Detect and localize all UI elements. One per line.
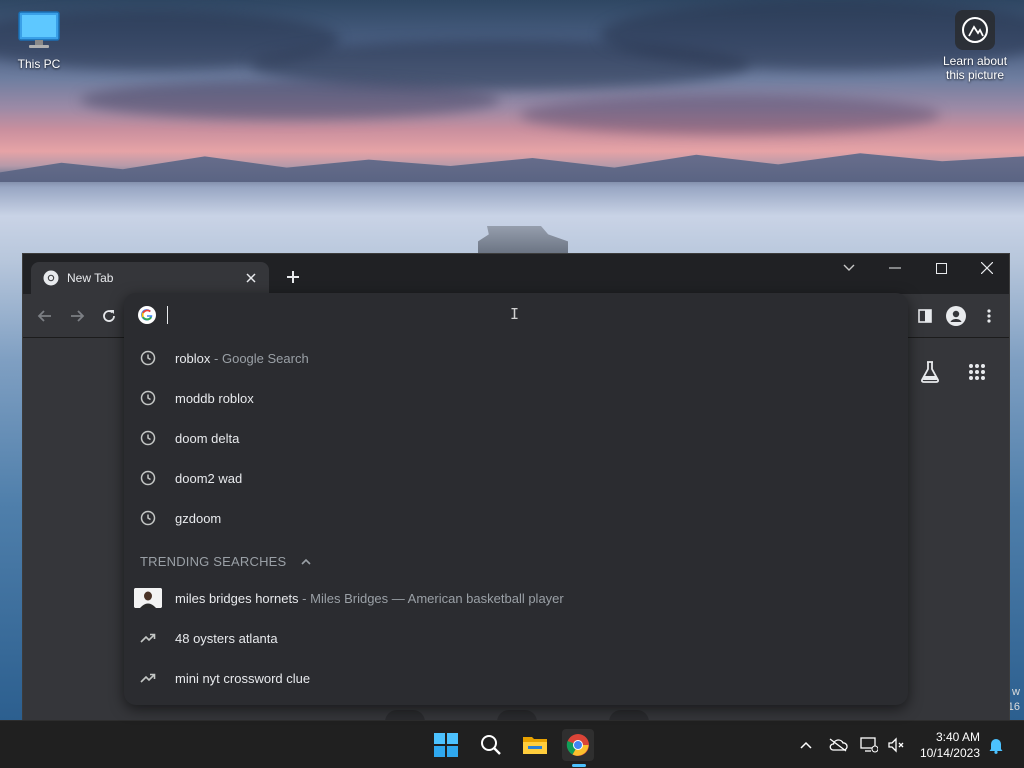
folder-icon	[523, 737, 547, 754]
learn-about-label-1: Learn about	[942, 54, 1008, 68]
new-tab-button[interactable]	[281, 266, 305, 290]
windows-logo-icon	[434, 733, 458, 757]
clock[interactable]: 3:40 AM 10/14/2023	[920, 729, 980, 761]
this-pc-desktop-icon[interactable]: This PC	[4, 10, 74, 71]
network-button[interactable]	[859, 735, 879, 755]
search-icon	[481, 735, 501, 755]
tab-new-tab[interactable]: New Tab	[31, 262, 269, 294]
tab-close-icon[interactable]	[243, 270, 259, 286]
learn-about-label-2: this picture	[945, 68, 1005, 82]
trending-up-icon	[140, 630, 156, 646]
side-panel-icon	[918, 309, 932, 323]
suggestion-text: moddb roblox	[175, 390, 254, 406]
suggestion-row[interactable]: doom delta	[124, 418, 908, 458]
profile-icon	[946, 306, 966, 326]
chevron-down-icon	[843, 264, 855, 271]
suggestion-row[interactable]: doom2 wad	[124, 458, 908, 498]
file-explorer-button[interactable]	[519, 729, 551, 761]
trending-text: 48 oysters atlanta	[175, 630, 278, 646]
suggestion-text: roblox	[175, 350, 211, 366]
monitor-icon	[18, 11, 60, 48]
close-window-button[interactable]	[964, 254, 1010, 282]
menu-button[interactable]	[979, 306, 999, 326]
history-icon	[140, 470, 156, 486]
notifications-button[interactable]	[986, 735, 1006, 755]
history-icon	[140, 350, 156, 366]
maximize-icon	[935, 262, 947, 274]
suggestion-row[interactable]: gzdoom	[124, 498, 908, 538]
forward-arrow-icon	[71, 310, 85, 322]
trending-row[interactable]: mini nyt crossword clue	[124, 658, 908, 698]
side-panel-button[interactable]	[915, 306, 935, 326]
chrome-icon	[43, 270, 59, 286]
active-app-indicator	[572, 764, 586, 767]
text-cursor	[167, 306, 168, 324]
suggestion-separator: -	[210, 350, 222, 366]
plus-icon	[287, 271, 299, 283]
forward-button[interactable]	[67, 306, 87, 326]
maximize-button[interactable]	[918, 254, 964, 282]
tab-search-button[interactable]	[826, 254, 872, 282]
learn-about-picture-icon[interactable]: Learn about this picture	[940, 10, 1010, 82]
chevron-up-icon[interactable]	[301, 558, 311, 565]
taskbar: 3:40 AM 10/14/2023	[0, 720, 1024, 768]
this-pc-label: This PC	[17, 57, 61, 71]
trending-up-icon	[140, 670, 156, 686]
reload-icon	[103, 310, 115, 322]
search-button[interactable]	[475, 729, 507, 761]
back-arrow-icon	[37, 310, 51, 322]
volume-muted-icon	[888, 737, 904, 753]
profile-button[interactable]	[946, 306, 966, 326]
close-icon	[981, 262, 993, 274]
trending-header-label: TRENDING SEARCHES	[140, 553, 287, 569]
suggestion-text: doom2 wad	[175, 470, 243, 486]
suggestion-text: gzdoom	[175, 510, 222, 526]
reload-button[interactable]	[99, 306, 119, 326]
google-apps-button[interactable]	[965, 360, 989, 384]
trending-text: mini nyt crossword clue	[175, 670, 311, 686]
clock-time: 3:40 AM	[935, 730, 980, 744]
person-thumbnail-icon	[134, 588, 162, 608]
camera-icon	[955, 10, 995, 50]
trending-separator: -	[298, 590, 311, 606]
trending-row[interactable]: 48 oysters atlanta	[124, 618, 908, 658]
suggestion-row[interactable]: roblox - Google Search	[124, 338, 908, 378]
flask-icon	[921, 361, 939, 383]
history-icon	[140, 510, 156, 526]
bell-icon	[989, 739, 1003, 754]
labs-button[interactable]	[918, 360, 942, 384]
minimize-icon	[889, 267, 901, 269]
chevron-up-icon	[800, 741, 812, 749]
trending-description: Miles Bridges — American basketball play…	[310, 590, 564, 606]
chrome-icon	[566, 734, 589, 756]
history-icon	[140, 430, 156, 446]
trending-text: miles bridges hornets	[175, 590, 299, 606]
onedrive-button[interactable]	[828, 735, 848, 755]
trending-searches-header[interactable]: TRENDING SEARCHES	[140, 551, 311, 571]
clock-date: 10/14/2023	[919, 746, 980, 760]
tab-title: New Tab	[67, 271, 114, 285]
suggestion-text: doom delta	[175, 430, 240, 446]
trending-row[interactable]: miles bridges hornets - Miles Bridges — …	[124, 578, 908, 618]
edge-text-1: w	[1012, 686, 1020, 698]
chrome-taskbar-button[interactable]	[562, 729, 594, 761]
kebab-menu-icon	[987, 309, 991, 323]
back-button[interactable]	[35, 306, 55, 326]
history-icon	[140, 390, 156, 406]
network-icon	[860, 737, 878, 753]
suggestion-description: Google Search	[221, 350, 309, 366]
show-hidden-icons-button[interactable]	[796, 735, 816, 755]
volume-button[interactable]	[886, 735, 906, 755]
suggestion-row[interactable]: moddb roblox	[124, 378, 908, 418]
start-button[interactable]	[430, 729, 462, 761]
apps-grid-icon	[969, 364, 985, 380]
address-bar[interactable]: I	[124, 293, 908, 337]
ibeam-cursor-icon: I	[510, 305, 520, 323]
title-bar: New Tab	[23, 254, 1009, 294]
pier-image	[478, 226, 568, 254]
omnibox-dropdown: I roblox - Google Search moddb roblox do…	[124, 293, 908, 705]
google-g-icon	[138, 306, 156, 324]
minimize-button[interactable]	[872, 254, 918, 282]
cloud-off-icon	[829, 738, 848, 752]
